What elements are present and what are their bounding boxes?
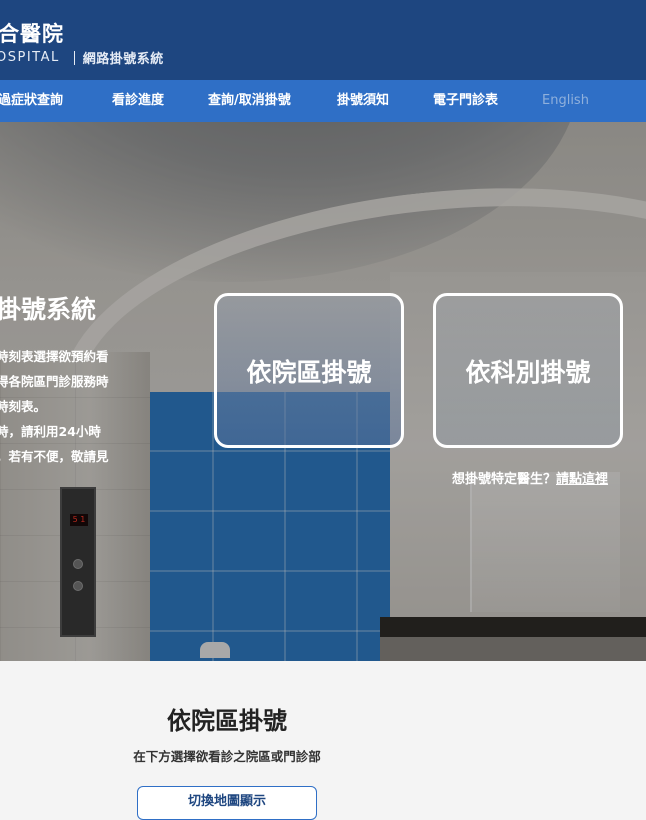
hero-description-line: 時，請利用24小時 (0, 424, 101, 439)
register-by-campus-button[interactable]: 依院區掛號 (214, 293, 404, 448)
logo-divider (73, 50, 75, 65)
site-header: 合醫院 OSPITAL 網路掛號系統 (0, 0, 646, 80)
nav-item-query-cancel[interactable]: 查詢/取消掛號 (208, 80, 291, 122)
nav-item-schedule[interactable]: 電子門診表 (433, 80, 498, 122)
section-title: 依院區掛號 (167, 707, 287, 735)
logo-subtitle-row: OSPITAL 網路掛號系統 (0, 48, 164, 67)
campus-section: 依院區掛號 在下方選擇欲看診之院區或門診部 切換地圖顯示 (0, 661, 646, 820)
main-nav: 過症狀查詢 看診進度 查詢/取消掛號 掛號須知 電子門診表 English (0, 80, 646, 122)
nav-item-notice[interactable]: 掛號須知 (337, 80, 389, 122)
hero-description-line: 時刻表選擇欲預約看 (0, 349, 109, 364)
nav-item-symptom-search[interactable]: 過症狀查詢 (0, 80, 63, 122)
hero-description: 時刻表選擇欲預約看 得各院區門診服務時 時刻表。 時，請利用24小時 ，若有不便… (0, 344, 126, 469)
doctor-prompt-text: 想掛號特定醫生？ (452, 472, 557, 487)
hero-description-line: 時刻表。 (0, 399, 47, 414)
hospital-logo-en: OSPITAL (0, 50, 60, 65)
doctor-search-link[interactable]: 請點這裡 (556, 472, 608, 487)
system-name: 網路掛號系統 (82, 52, 164, 67)
section-subtitle: 在下方選擇欲看診之院區或門診部 (133, 749, 321, 764)
hero-title: 掛號系統 (0, 295, 97, 324)
hero-description-line: 得各院區門診服務時 (0, 374, 109, 389)
nav-item-english[interactable]: English (542, 80, 589, 122)
doctor-search-prompt: 想掛號特定醫生？請點這裡 (452, 468, 608, 487)
hero-banner: 5 1 掛號系統 時刻表選擇欲預約看 得各院區門診服務時 時刻表。 時，請利用2… (0, 122, 646, 661)
hero-description-line: ，若有不便，敬請見 (0, 449, 109, 464)
register-by-department-button[interactable]: 依科別掛號 (433, 293, 623, 448)
toggle-map-button[interactable]: 切換地圖顯示 (137, 786, 317, 820)
hospital-logo-name[interactable]: 合醫院 (0, 18, 64, 48)
nav-item-progress[interactable]: 看診進度 (112, 80, 164, 122)
